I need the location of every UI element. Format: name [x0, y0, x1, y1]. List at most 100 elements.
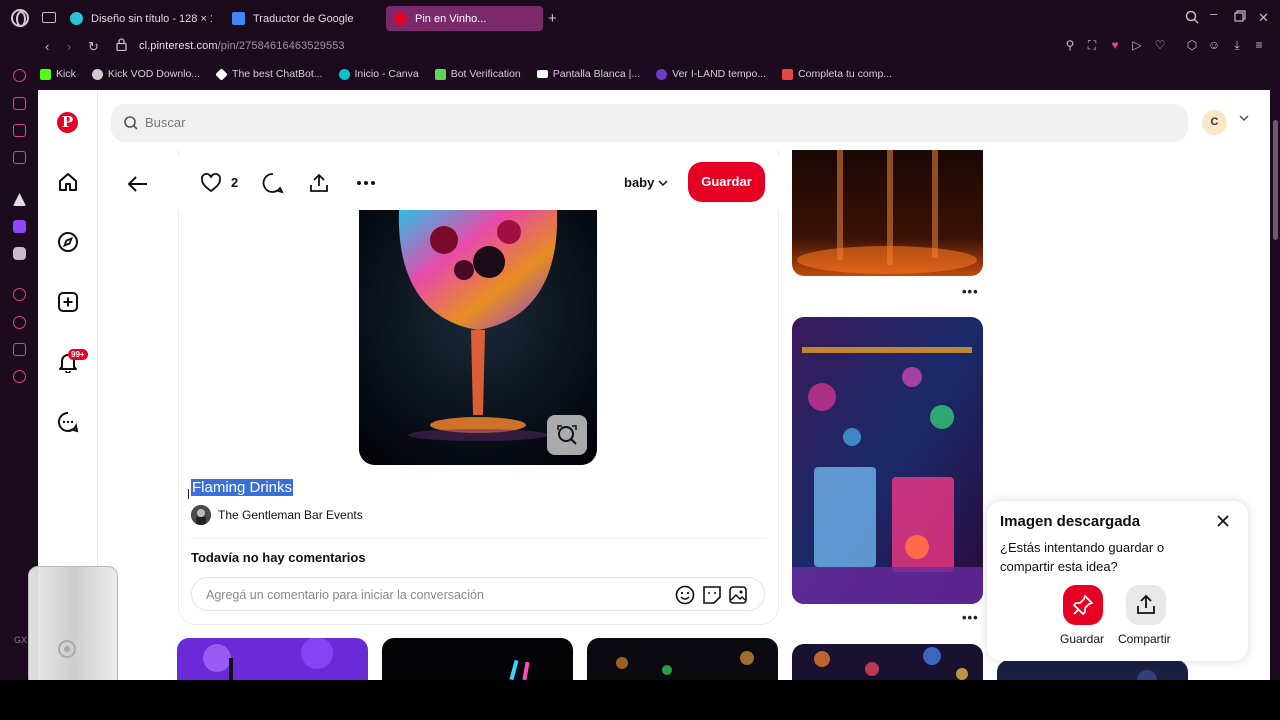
forward-nav-icon[interactable]: ›: [67, 39, 71, 54]
gx-corner-icon[interactable]: [13, 124, 26, 137]
feed-pin-bokeh[interactable]: [792, 644, 983, 680]
pin-title-text: Flaming Drinks: [191, 479, 294, 496]
pin-author[interactable]: The Gentleman Bar Events: [191, 505, 363, 525]
search-placeholder: Buscar: [145, 115, 186, 130]
save-button[interactable]: Guardar: [688, 162, 765, 202]
tab-pinterest[interactable]: Pin en Vinho...: [386, 6, 543, 31]
bookmark-canva[interactable]: Inicio - Canva: [338, 68, 419, 80]
scrollbar[interactable]: [1271, 90, 1280, 680]
feed-pin-black[interactable]: [382, 638, 573, 680]
page-icon: [536, 70, 548, 78]
board-selector[interactable]: baby: [624, 175, 668, 190]
explore-icon[interactable]: [57, 231, 79, 253]
create-icon[interactable]: [57, 291, 79, 313]
pushpin-icon: [1073, 595, 1093, 615]
search-input[interactable]: Buscar: [111, 104, 1188, 142]
bookmark-chatbot[interactable]: The best ChatBot...: [215, 67, 323, 81]
maximize-button[interactable]: [1234, 10, 1246, 25]
lock-icon[interactable]: [116, 38, 127, 54]
pinterest-page: P 99+ Buscar C 2 baby Guardar Flaming Dr…: [38, 90, 1270, 680]
bookmark-label: Ver I-LAND tempo...: [672, 68, 767, 80]
feed-pin-cocktails[interactable]: [792, 317, 983, 604]
clock-icon[interactable]: [13, 316, 26, 329]
player-circle-icon[interactable]: [13, 288, 26, 301]
tab-label: Pin en Vinho...: [415, 12, 487, 25]
snapshot-icon[interactable]: ⛶: [1085, 38, 1099, 52]
more-options-icon[interactable]: [355, 172, 377, 194]
opera-logo-icon[interactable]: [11, 9, 29, 27]
kick-icon: [40, 68, 51, 80]
feed-more-options-icon[interactable]: •••: [962, 284, 979, 299]
emoji-icon[interactable]: [675, 585, 695, 605]
scrollbar-thumb[interactable]: [1273, 120, 1278, 240]
bookmark-kick[interactable]: Kick: [40, 68, 76, 80]
pin-title: Flaming Drinks: [191, 479, 294, 496]
search-tabs-icon[interactable]: [1185, 10, 1199, 27]
messenger-icon[interactable]: [13, 97, 26, 110]
pinterest-logo-icon[interactable]: P: [57, 112, 78, 133]
tab-canva[interactable]: Diseño sin título - 128 × 12: [62, 6, 212, 31]
pinterest-icon: [394, 12, 407, 25]
feed-pin-glasses[interactable]: [792, 150, 983, 276]
new-tab-button[interactable]: +: [548, 10, 557, 27]
account-icon[interactable]: ☺: [1207, 38, 1221, 52]
toast-save-label: Guardar: [1060, 632, 1105, 646]
bookmark-completa[interactable]: Completa tu comp...: [782, 68, 892, 80]
bookmark-pantalla[interactable]: Pantalla Blanca |...: [536, 68, 641, 80]
gx-aria-icon[interactable]: [13, 193, 26, 206]
canva-icon: [338, 68, 350, 80]
back-arrow-icon[interactable]: [126, 172, 150, 196]
share-upload-icon[interactable]: [308, 172, 330, 194]
chevron-down-icon: [658, 180, 668, 187]
messages-icon[interactable]: [57, 411, 79, 433]
bottom-area: [0, 680, 1280, 720]
extensions-side-icon[interactable]: [13, 343, 26, 356]
bookmark-label: Pantalla Blanca |...: [552, 68, 641, 80]
pin-icon[interactable]: ⚲: [1063, 38, 1077, 52]
back-nav-icon[interactable]: ‹: [45, 39, 49, 54]
shield-icon: [434, 68, 446, 80]
avatar[interactable]: C: [1202, 110, 1227, 135]
bookmark-kick-vod[interactable]: Kick VOD Downlo...: [91, 68, 200, 80]
visual-search-icon[interactable]: [547, 415, 587, 455]
favorites-icon[interactable]: ♡: [1153, 38, 1167, 52]
bookmark-bot-verification[interactable]: Bot Verification: [434, 68, 521, 80]
feed-pin-bar[interactable]: [587, 638, 778, 680]
toast-share-button[interactable]: [1126, 585, 1166, 625]
image-icon[interactable]: [728, 585, 748, 605]
feed-pin-purple[interactable]: [177, 638, 368, 680]
tab-translate[interactable]: Traductor de Google: [224, 6, 379, 31]
twitch-icon[interactable]: [13, 220, 26, 233]
bookmark-iland[interactable]: Ver I-LAND tempo...: [656, 68, 766, 80]
discord-icon[interactable]: [13, 247, 26, 260]
home-icon[interactable]: [57, 171, 79, 193]
account-chevron-down-icon[interactable]: [1238, 112, 1250, 127]
toast-message: ¿Estás intentando guardar o compartir es…: [1000, 540, 1165, 574]
minimize-button[interactable]: –: [1210, 6, 1217, 21]
bookmark-label: Bot Verification: [450, 68, 521, 80]
close-icon[interactable]: [1216, 514, 1230, 528]
history-icon[interactable]: [13, 69, 26, 82]
close-window-button[interactable]: ✕: [1258, 10, 1269, 26]
gx-music-icon[interactable]: [13, 151, 26, 164]
like-heart-icon[interactable]: [200, 172, 222, 194]
glass-overlay-image: [28, 566, 118, 694]
comment-input[interactable]: Agregá un comentario para iniciar la con…: [191, 577, 765, 611]
pocket-icon[interactable]: ♥: [1108, 38, 1122, 52]
tab-switcher-icon[interactable]: [42, 12, 56, 23]
player-icon[interactable]: ▷: [1130, 38, 1144, 52]
like-count: 2: [231, 175, 239, 190]
feed-pin-dark[interactable]: [997, 660, 1188, 680]
reload-icon[interactable]: ↻: [88, 39, 99, 55]
address-bar[interactable]: cl.pinterest.com/pin/27584616463529553: [139, 40, 345, 52]
menu-icon[interactable]: ≡: [1252, 38, 1266, 52]
extensions-icon[interactable]: ⬡: [1185, 38, 1199, 52]
browser-window: Diseño sin título - 128 × 12 Traductor d…: [0, 0, 1280, 680]
comment-bubble-icon[interactable]: [262, 172, 284, 194]
toast-save-button[interactable]: [1063, 585, 1103, 625]
text-cursor: [188, 489, 192, 499]
sticker-icon[interactable]: [702, 585, 722, 605]
download-icon[interactable]: ⤓: [1230, 38, 1244, 52]
settings-icon[interactable]: [13, 370, 26, 383]
feed-more-options-icon[interactable]: •••: [962, 610, 979, 625]
